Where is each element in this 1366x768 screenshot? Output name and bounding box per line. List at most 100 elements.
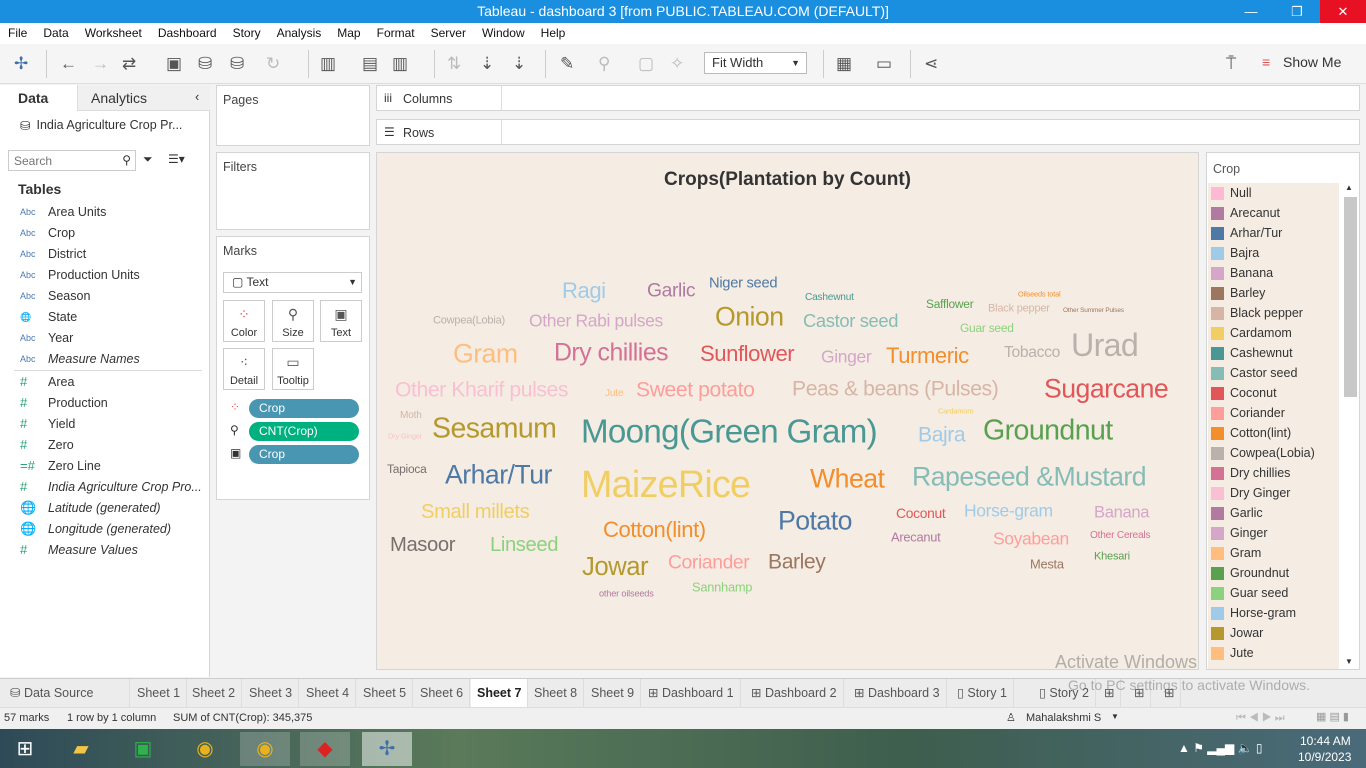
file-explorer-icon[interactable]: ▰ bbox=[56, 732, 106, 766]
word-other-rabi-pulses[interactable]: Other Rabi pulses bbox=[529, 311, 663, 329]
word-oilseeds-total[interactable]: Oilseeds total bbox=[1018, 290, 1061, 298]
tab-sheet-8[interactable]: Sheet 8 bbox=[528, 679, 585, 708]
menu-map[interactable]: Map bbox=[329, 23, 368, 44]
field-season[interactable]: Abc Season bbox=[20, 289, 90, 303]
field-measure-names[interactable]: Abc Measure Names bbox=[20, 352, 140, 366]
word-coriander[interactable]: Coriander bbox=[668, 553, 750, 573]
legend-item[interactable]: Cardamom bbox=[1211, 326, 1292, 340]
word-arhar-tur[interactable]: Arhar/Tur bbox=[445, 461, 552, 489]
word-sunflower[interactable]: Sunflower bbox=[700, 342, 795, 365]
user-name[interactable]: Mahalakshmi S bbox=[1026, 712, 1101, 724]
tab-sheet-3[interactable]: Sheet 3 bbox=[243, 679, 300, 708]
word-cardamom[interactable]: Cardamom bbox=[938, 407, 973, 415]
text-button[interactable]: ▣ Text bbox=[320, 300, 362, 342]
field-production-units[interactable]: Abc Production Units bbox=[20, 268, 140, 282]
word-moong-green-gram-[interactable]: Moong(Green Gram) bbox=[581, 415, 878, 448]
legend-item[interactable]: Garlic bbox=[1211, 506, 1263, 520]
close-button[interactable]: ✕ bbox=[1320, 0, 1366, 23]
pin-icon[interactable]: ✧ bbox=[670, 54, 684, 74]
columns-shelf[interactable]: iii Columns bbox=[376, 85, 1360, 111]
sort-descending-icon[interactable]: ⇣ bbox=[512, 54, 526, 74]
legend-item[interactable]: Arhar/Tur bbox=[1211, 226, 1282, 240]
new-datasource-icon[interactable]: ⛁ bbox=[198, 54, 212, 74]
tab-sheet-2[interactable]: Sheet 2 bbox=[186, 679, 243, 708]
field-crop[interactable]: Abc Crop bbox=[20, 226, 75, 240]
field-longitude-generated-[interactable]: 🌐 Longitude (generated) bbox=[20, 521, 171, 537]
duplicate-sheet-icon[interactable]: ▤ bbox=[362, 54, 378, 74]
scroll-down-icon[interactable]: ▼ bbox=[1345, 657, 1353, 666]
menu-server[interactable]: Server bbox=[423, 23, 474, 44]
word-sannhamp[interactable]: Sannhamp bbox=[692, 581, 752, 595]
menu-dashboard[interactable]: Dashboard bbox=[150, 23, 225, 44]
detail-button[interactable]: ⁖ Detail bbox=[223, 348, 265, 390]
menu-analysis[interactable]: Analysis bbox=[269, 23, 330, 44]
legend-item[interactable]: Black pepper bbox=[1211, 306, 1303, 320]
search-input[interactable] bbox=[9, 151, 109, 170]
word-bajra[interactable]: Bajra bbox=[918, 424, 966, 445]
word-groundnut[interactable]: Groundnut bbox=[983, 417, 1113, 446]
field-production[interactable]: # Production bbox=[20, 395, 108, 410]
clock-time[interactable]: 10:44 AM bbox=[1300, 734, 1351, 748]
legend-item[interactable]: Bajra bbox=[1211, 246, 1259, 260]
share-icon[interactable]: ⋖ bbox=[924, 54, 938, 74]
field-zero-line[interactable]: =# Zero Line bbox=[20, 458, 101, 473]
tableau-taskbar-icon[interactable]: ✢ bbox=[362, 732, 412, 766]
word-potato[interactable]: Potato bbox=[778, 507, 852, 535]
group-icon[interactable]: ⚲ bbox=[598, 54, 610, 74]
show-me-button[interactable]: Show Me bbox=[1283, 54, 1341, 70]
legend-scrollbar[interactable] bbox=[1344, 197, 1357, 397]
undo-icon[interactable]: ← bbox=[60, 54, 77, 74]
word-niger-seed[interactable]: Niger seed bbox=[709, 276, 778, 292]
word-moth[interactable]: Moth bbox=[400, 410, 422, 421]
redo-icon[interactable]: → bbox=[92, 54, 109, 74]
word-masoor[interactable]: Masoor bbox=[390, 535, 455, 555]
tab-analytics[interactable]: Analytics bbox=[77, 85, 210, 111]
word-safflower[interactable]: Safflower bbox=[926, 298, 974, 311]
tooltip-button[interactable]: ▭ Tooltip bbox=[272, 348, 314, 390]
field-yield[interactable]: # Yield bbox=[20, 416, 75, 431]
scroll-up-icon[interactable]: ▲ bbox=[1345, 183, 1353, 192]
word-dry-ginger[interactable]: Dry Ginger bbox=[388, 432, 422, 440]
chrome-icon[interactable]: ◉ bbox=[180, 732, 230, 766]
swap-icon[interactable]: ⇅ bbox=[447, 54, 461, 74]
menu-format[interactable]: Format bbox=[369, 23, 423, 44]
menu-help[interactable]: Help bbox=[533, 23, 574, 44]
field-measure-values[interactable]: # Measure Values bbox=[20, 542, 138, 557]
word-garlic[interactable]: Garlic bbox=[647, 281, 696, 301]
legend-item[interactable]: Null bbox=[1211, 186, 1252, 200]
datasource-name[interactable]: India Agriculture Crop Pr... bbox=[36, 118, 182, 133]
word-sweet-potato[interactable]: Sweet potato bbox=[636, 379, 755, 400]
field-latitude-generated-[interactable]: 🌐 Latitude (generated) bbox=[20, 500, 161, 516]
word-rapeseed-mustard[interactable]: Rapeseed &Mustard bbox=[912, 463, 1147, 491]
word-tapioca[interactable]: Tapioca bbox=[387, 463, 427, 476]
tab-dashboard-2[interactable]: ⊞ Dashboard 2 bbox=[745, 679, 844, 708]
legend-item[interactable]: Banana bbox=[1211, 266, 1273, 280]
word-other-summer-pulses[interactable]: Other Summer Pulses bbox=[1063, 307, 1124, 314]
tab-sheet-1[interactable]: Sheet 1 bbox=[131, 679, 188, 708]
view-toggle-icons[interactable]: ▦ ▤ ▮ bbox=[1316, 710, 1349, 723]
word-cowpea-lobia-[interactable]: Cowpea(Lobia) bbox=[433, 315, 505, 326]
word-urad[interactable]: Urad bbox=[1071, 329, 1139, 361]
word-soyabean[interactable]: Soyabean bbox=[993, 529, 1069, 547]
view-options-icon[interactable]: ☰▾ bbox=[168, 152, 185, 166]
word-peas-beans-pulses-[interactable]: Peas & beans (Pulses) bbox=[792, 378, 999, 399]
tab-dashboard-1[interactable]: ⊞ Dashboard 1 bbox=[642, 679, 741, 708]
pause-updates-icon[interactable]: ⛁ bbox=[230, 54, 244, 74]
word-gram[interactable]: Gram bbox=[453, 340, 518, 368]
filter-icon[interactable]: ⏷ bbox=[143, 152, 153, 167]
legend-item[interactable]: Cashewnut bbox=[1211, 346, 1293, 360]
refresh-icon[interactable]: ↻ bbox=[266, 54, 280, 74]
word-jowar[interactable]: Jowar bbox=[582, 554, 649, 581]
word-banana[interactable]: Banana bbox=[1094, 504, 1149, 522]
word-dry-chillies[interactable]: Dry chillies bbox=[554, 341, 669, 367]
legend-item[interactable]: Dry Ginger bbox=[1211, 486, 1290, 500]
word-jute[interactable]: Jute bbox=[605, 388, 624, 399]
tab-sheet-5[interactable]: Sheet 5 bbox=[357, 679, 414, 708]
store-icon[interactable]: ▣ bbox=[118, 732, 168, 766]
mark-type-dropdown[interactable]: ▢ Text ▼ bbox=[223, 272, 362, 293]
word-other-kharif-pulses[interactable]: Other Kharif pulses bbox=[395, 379, 568, 400]
sort-ascending-icon[interactable]: ⇣ bbox=[480, 54, 494, 74]
menu-story[interactable]: Story bbox=[225, 23, 269, 44]
tab-data[interactable]: Data bbox=[0, 85, 77, 111]
legend-item[interactable]: Cotton(lint) bbox=[1211, 426, 1291, 440]
